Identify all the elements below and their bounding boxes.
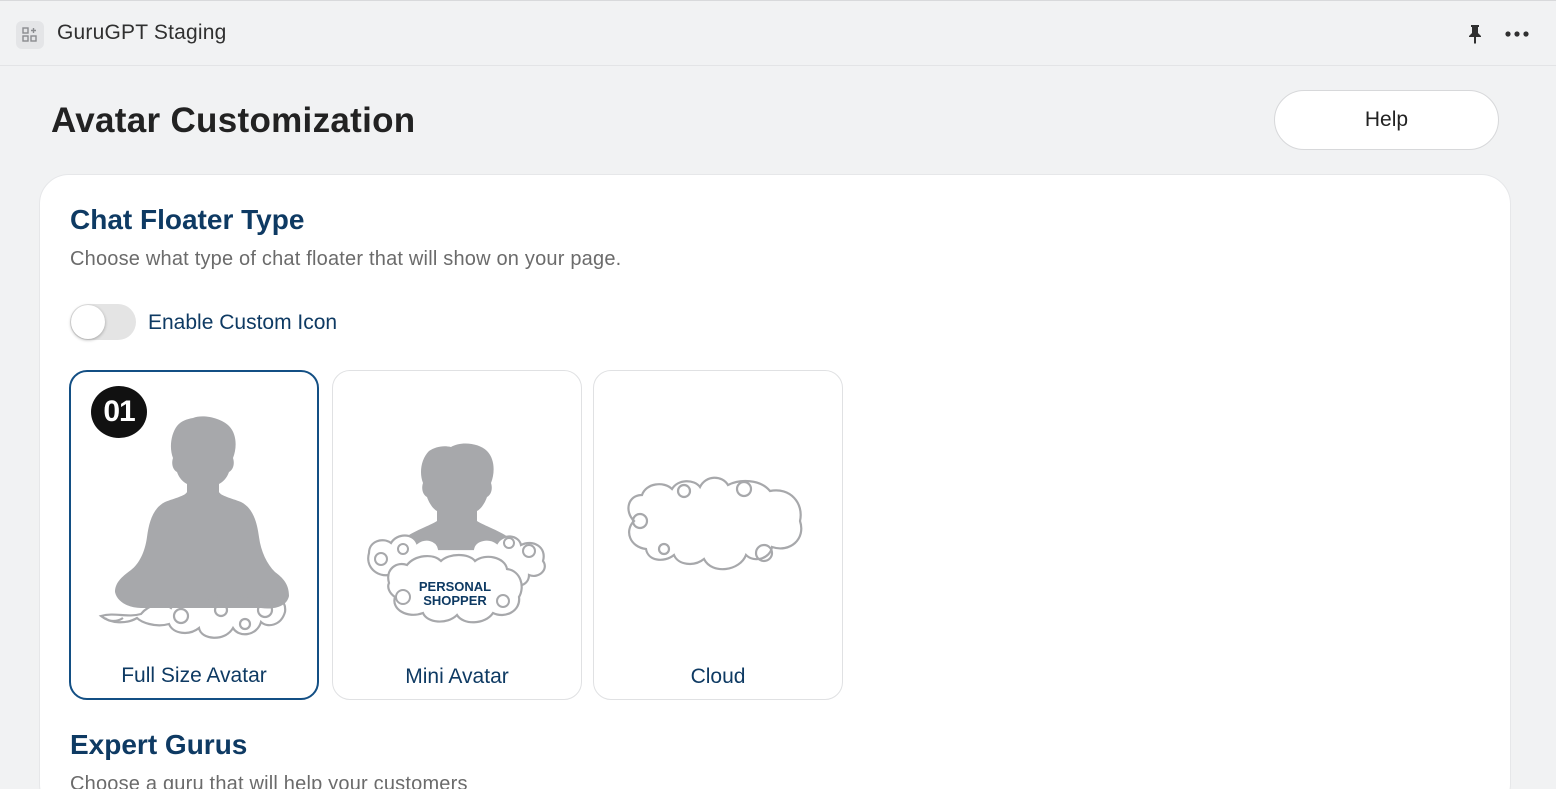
- settings-card: Chat Floater Type Choose what type of ch…: [39, 174, 1511, 789]
- more-horizontal-icon[interactable]: [1502, 21, 1532, 47]
- toggle-knob: [71, 305, 105, 339]
- expert-gurus-title: Expert Gurus: [70, 729, 248, 760]
- option-label: Cloud: [690, 665, 746, 688]
- chat-floater-title: Chat Floater Type: [70, 204, 305, 235]
- page-title: Avatar Customization: [51, 101, 416, 140]
- top-bar: GuruGPT Staging: [0, 0, 1556, 66]
- option-mini-avatar[interactable]: PERSONAL SHOPPER Mini Avatar: [332, 370, 582, 700]
- option-label: Mini Avatar: [405, 665, 509, 688]
- cloud-illustration: [627, 476, 803, 571]
- help-button[interactable]: Help: [1274, 90, 1499, 150]
- enable-custom-icon-toggle[interactable]: [70, 304, 136, 340]
- pin-icon[interactable]: [1462, 21, 1488, 47]
- chat-floater-description: Choose what type of chat floater that wi…: [70, 248, 622, 270]
- apps-add-icon: [16, 21, 44, 49]
- enable-custom-icon-label: Enable Custom Icon: [148, 311, 338, 334]
- step-badge: 01: [91, 386, 147, 438]
- mini-avatar-illustration: PERSONAL SHOPPER: [367, 443, 546, 624]
- expert-gurus-description: Choose a guru that will help your custom…: [70, 773, 468, 789]
- option-label: Full Size Avatar: [121, 664, 267, 687]
- app-title: GuruGPT Staging: [57, 21, 227, 44]
- option-cloud[interactable]: Cloud: [593, 370, 843, 700]
- option-full-size-avatar[interactable]: 01 Full Size Avatar: [69, 370, 319, 700]
- art-text-personal: PERSONAL: [419, 579, 491, 594]
- art-text-shopper: SHOPPER: [423, 593, 487, 608]
